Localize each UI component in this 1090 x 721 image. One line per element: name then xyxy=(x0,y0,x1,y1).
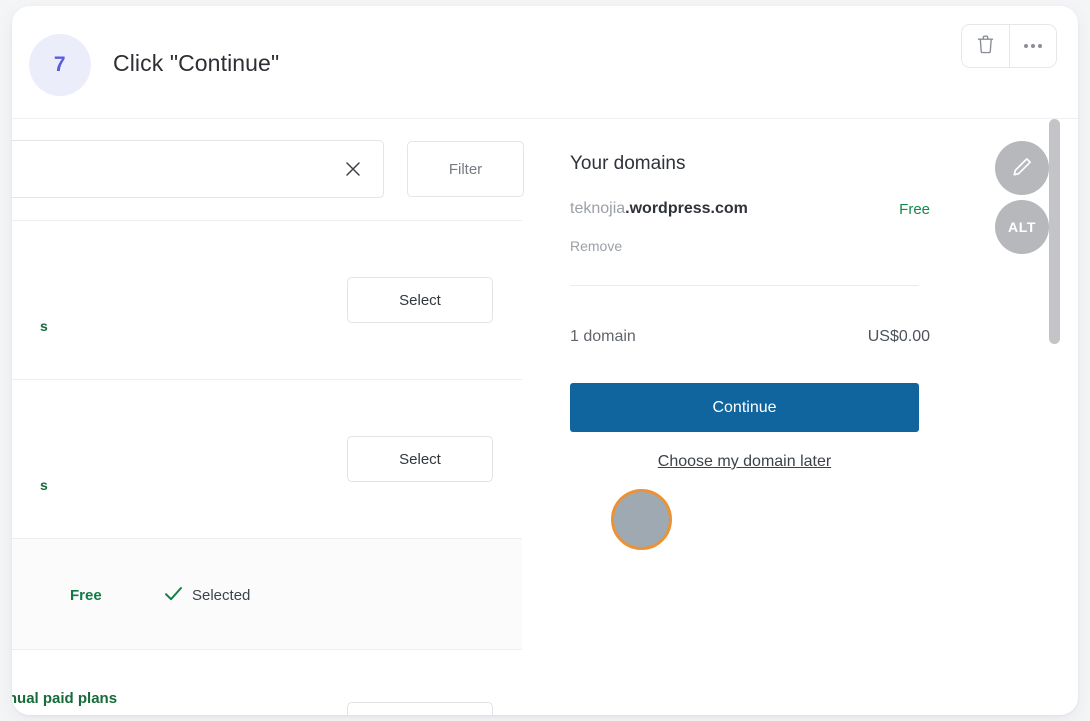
domain-result-list: s Select s Select Free Selected ual paid… xyxy=(12,220,522,715)
table-row[interactable]: s Select xyxy=(12,379,522,538)
status-badge-label: Selected xyxy=(192,587,251,604)
select-button-label: Select xyxy=(399,291,441,309)
filter-button[interactable]: Filter xyxy=(407,141,524,197)
domain-price: Free xyxy=(899,201,930,218)
domain-prefix: teknojia xyxy=(570,200,626,217)
filter-button-label: Filter xyxy=(448,160,483,178)
delete-step-button[interactable] xyxy=(962,25,1009,67)
total-label: 1 domain xyxy=(570,328,636,345)
domain-suffix: .wordpress.com xyxy=(625,200,748,217)
summary-title: Your domains xyxy=(570,153,686,174)
step-number-badge: 7 xyxy=(29,34,91,96)
scrollbar-thumb[interactable] xyxy=(1049,119,1060,344)
select-button-label: Select xyxy=(399,450,441,468)
more-horizontal-icon xyxy=(1024,44,1042,48)
row-note: s xyxy=(40,318,48,334)
captured-browser-viewport: Filter s Select s Select Free Selected u… xyxy=(12,118,1078,715)
continue-button[interactable]: Continue xyxy=(570,383,919,432)
table-row[interactable]: Free for the first year with annual paid… xyxy=(12,649,522,715)
row-note: Free for the first year with annual paid… xyxy=(12,690,118,707)
check-icon xyxy=(164,586,183,605)
clear-search-icon[interactable] xyxy=(341,157,365,181)
table-row[interactable]: s Select xyxy=(12,220,522,379)
row-note: s xyxy=(40,477,48,493)
search-row: Filter xyxy=(12,140,524,198)
select-button[interactable]: Select xyxy=(347,436,493,482)
price-label: Free xyxy=(70,587,102,604)
page-title: Click "Continue" xyxy=(113,50,280,76)
alt-text-tool-button[interactable]: ALT xyxy=(995,200,1049,254)
table-row-selected[interactable]: Free Selected xyxy=(12,538,522,649)
select-button[interactable]: Select xyxy=(347,277,493,323)
guide-header: 7 Click "Continue" xyxy=(12,6,1078,118)
total-value: US$0.00 xyxy=(867,328,930,345)
alt-tool-label: ALT xyxy=(1008,219,1036,235)
trash-icon xyxy=(976,34,995,58)
pencil-icon xyxy=(1010,155,1034,182)
domain-search-input[interactable] xyxy=(12,140,384,198)
guide-step-card: 7 Click "Continue" Filter s Select s Sel… xyxy=(12,6,1078,715)
header-action-group xyxy=(961,24,1057,68)
edit-tool-button[interactable] xyxy=(995,141,1049,195)
select-button[interactable]: Select xyxy=(347,702,493,715)
more-options-button[interactable] xyxy=(1009,25,1056,67)
choose-domain-later-link[interactable]: Choose my domain later xyxy=(570,453,919,471)
domain-search-pane: Filter s Select s Select Free Selected u… xyxy=(12,119,524,715)
selected-domain: teknojia.wordpress.com xyxy=(570,200,748,218)
status-badge: Selected xyxy=(164,586,250,605)
remove-domain-link[interactable]: Remove xyxy=(570,238,622,254)
divider xyxy=(570,285,919,286)
domain-summary-pane: Your domains teknojia.wordpress.com Free… xyxy=(570,119,930,715)
